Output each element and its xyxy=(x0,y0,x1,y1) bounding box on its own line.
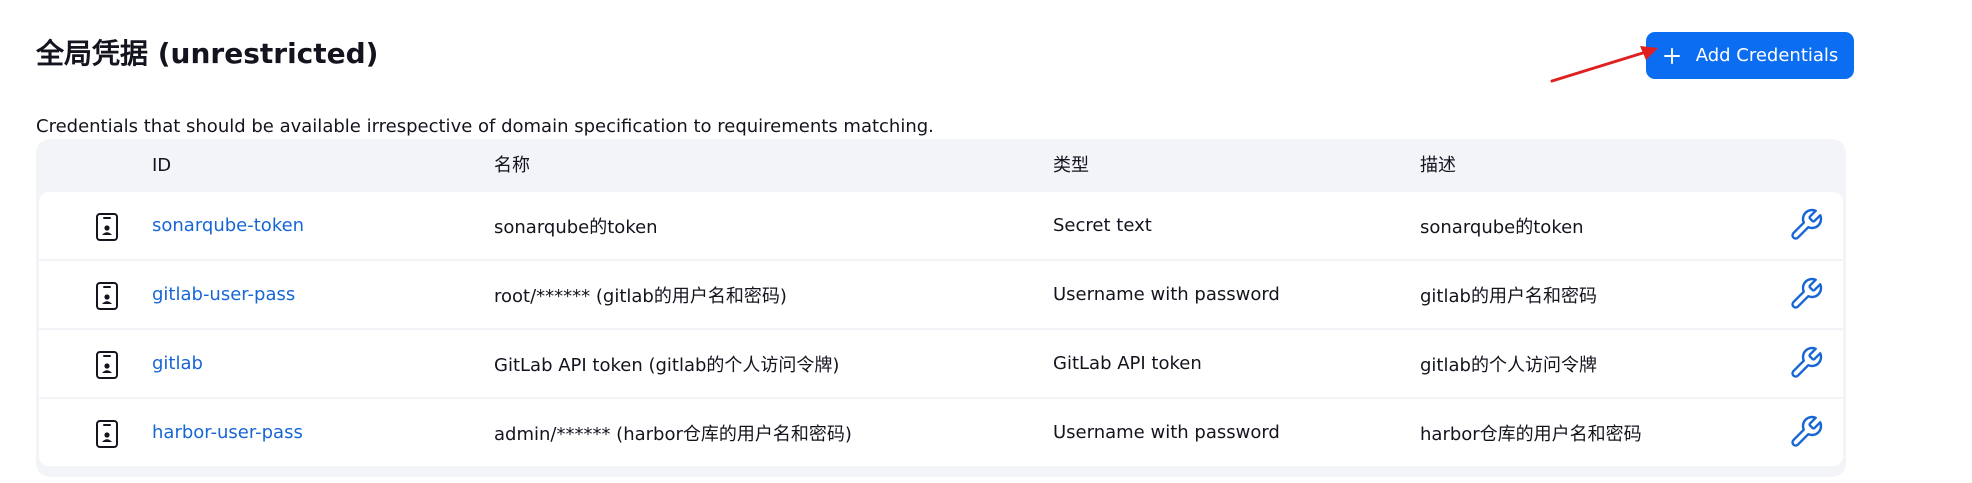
wrench-icon[interactable] xyxy=(1788,276,1824,312)
credentials-page: 全局凭据 (unrestricted) Add Credentials Cred… xyxy=(0,0,1972,483)
credential-type: Username with password xyxy=(1053,284,1280,305)
credential-type: Username with password xyxy=(1053,422,1280,443)
credential-description: gitlab的个人访问令牌 xyxy=(1420,354,1597,376)
page-title: 全局凭据 (unrestricted) xyxy=(36,37,379,70)
wrench-icon[interactable] xyxy=(1788,207,1824,243)
add-credentials-label: Add Credentials xyxy=(1695,45,1839,66)
column-header-type: 类型 xyxy=(1053,155,1089,176)
credential-name: admin/****** (harbor仓库的用户名和密码) xyxy=(494,423,852,445)
table-header: ID 名称 类型 描述 xyxy=(36,139,1846,192)
credential-card-icon xyxy=(96,420,118,448)
annotation-arrow xyxy=(1550,46,1658,83)
wrench-icon[interactable] xyxy=(1788,345,1824,381)
credential-id-link[interactable]: harbor-user-pass xyxy=(152,399,303,466)
credential-description: harbor仓库的用户名和密码 xyxy=(1420,423,1642,445)
credential-name: GitLab API token (gitlab的个人访问令牌) xyxy=(494,354,840,376)
column-header-description: 描述 xyxy=(1420,155,1456,176)
credential-id-link[interactable]: gitlab xyxy=(152,330,203,397)
credential-card-icon xyxy=(96,282,118,310)
credential-id-link[interactable]: gitlab-user-pass xyxy=(152,261,295,328)
credential-description: sonarqube的token xyxy=(1420,216,1584,238)
column-header-name: 名称 xyxy=(494,155,530,176)
table-row: sonarqube-token sonarqube的token Secret t… xyxy=(39,192,1843,259)
credential-name: sonarqube的token xyxy=(494,216,658,238)
table-row: gitlab GitLab API token (gitlab的个人访问令牌) … xyxy=(39,330,1843,397)
credentials-table: ID 名称 类型 描述 sonarqube-token sonarqube的to… xyxy=(36,139,1846,477)
section-description: Credentials that should be available irr… xyxy=(36,116,934,137)
credential-card-icon xyxy=(96,213,118,241)
table-row: gitlab-user-pass root/****** (gitlab的用户名… xyxy=(39,261,1843,328)
credential-type: Secret text xyxy=(1053,215,1152,236)
table-row: harbor-user-pass admin/****** (harbor仓库的… xyxy=(39,399,1843,466)
plus-icon xyxy=(1663,47,1680,64)
credential-card-icon xyxy=(96,351,118,379)
column-header-id: ID xyxy=(152,155,172,176)
add-credentials-button[interactable]: Add Credentials xyxy=(1646,32,1854,79)
credential-id-link[interactable]: sonarqube-token xyxy=(152,192,304,259)
credential-description: gitlab的用户名和密码 xyxy=(1420,285,1597,307)
credential-type: GitLab API token xyxy=(1053,353,1202,374)
wrench-icon[interactable] xyxy=(1788,414,1824,450)
credential-name: root/****** (gitlab的用户名和密码) xyxy=(494,285,787,307)
